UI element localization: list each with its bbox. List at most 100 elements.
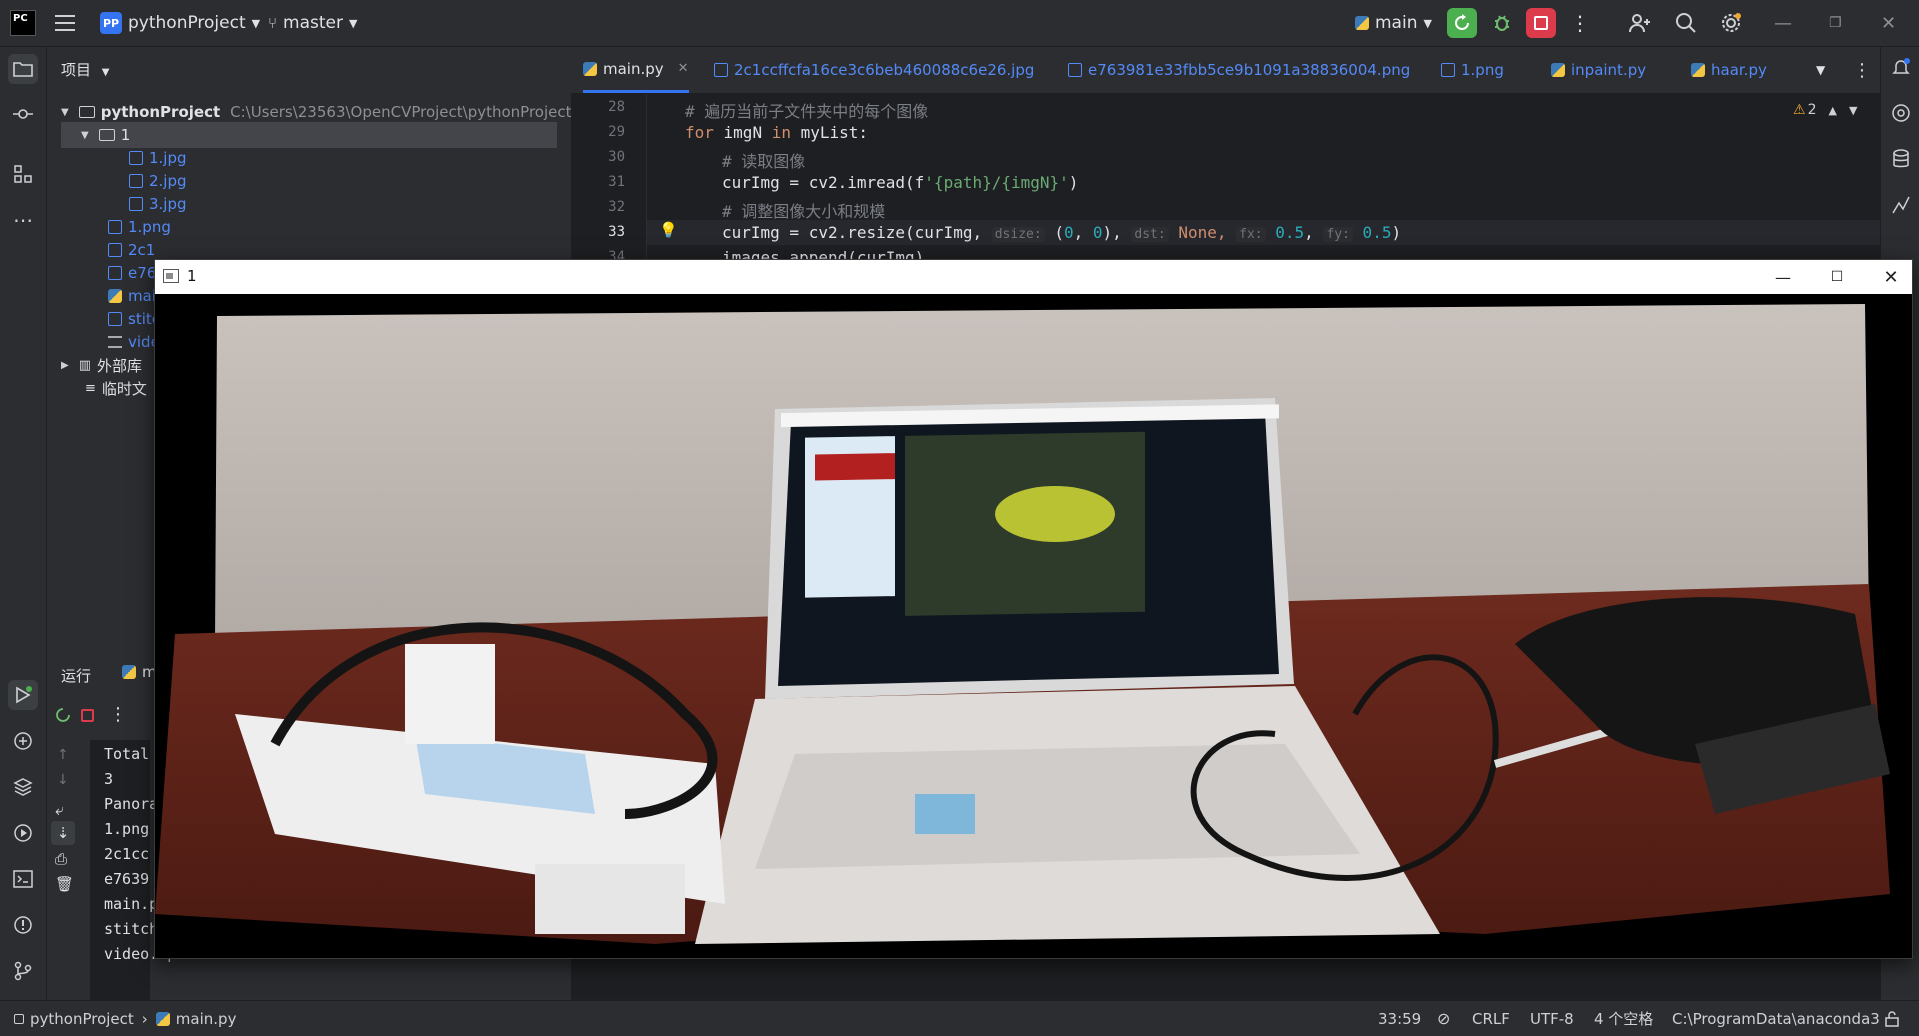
tab-inpaint-py[interactable]: inpaint.py — [1551, 47, 1646, 93]
folder-name: 1 — [120, 126, 131, 144]
param-hint: fy: — [1323, 227, 1353, 242]
scroll-up-icon[interactable]: ↑ — [57, 747, 69, 763]
warning-icon: ⚠ — [1793, 102, 1806, 118]
code-line: # 读取图像 — [722, 152, 806, 171]
image-preview-window[interactable]: 1 — ☐ ✕ — [154, 259, 1913, 959]
image-file-icon — [129, 174, 143, 188]
output-line: stitch — [104, 920, 159, 938]
debug-button[interactable] — [1487, 0, 1517, 46]
left-tool-strip: ⋯ — [0, 47, 47, 1000]
close-window-icon[interactable]: ✕ — [1881, 0, 1896, 46]
python-interpreter[interactable]: C:\ProgramData\anaconda3 — [1672, 1001, 1880, 1036]
database-icon[interactable] — [1887, 145, 1915, 173]
lock-icon[interactable] — [1885, 1001, 1899, 1036]
minimize-window-icon[interactable]: — — [1774, 0, 1792, 46]
problems-icon[interactable] — [8, 910, 38, 940]
output-line: 2c1cc — [104, 845, 150, 863]
python-file-icon — [1551, 63, 1565, 77]
no-power-save-icon[interactable]: ⊘ — [1437, 1001, 1450, 1036]
line-ending[interactable]: CRLF — [1472, 1001, 1510, 1036]
project-badge: PP — [100, 12, 122, 34]
rerun-icon[interactable] — [55, 707, 71, 727]
settings-gear-icon[interactable] — [1720, 0, 1742, 46]
scroll-to-end-icon[interactable]: ⇣ — [51, 821, 75, 845]
git-icon[interactable] — [8, 956, 38, 986]
app-logo[interactable]: PC — [10, 0, 36, 46]
image-file-icon — [1441, 63, 1455, 77]
scroll-down-icon[interactable]: ↓ — [57, 772, 69, 788]
caret-position[interactable]: 33:59 — [1378, 1001, 1421, 1036]
image-window-titlebar[interactable]: 1 — ☐ ✕ — [155, 260, 1912, 294]
root-folder-path: C:\Users\23563\OpenCVProject\pythonProje… — [230, 103, 572, 121]
param-hint: fx: — [1236, 227, 1266, 242]
project-panel-header[interactable]: 项目 ▼ — [61, 59, 110, 80]
ai-assistant-icon[interactable] — [1887, 99, 1915, 127]
trash-icon[interactable]: 🗑 — [55, 875, 74, 893]
title-bar: PC PP pythonProject ▼ ⑂ master ▼ main ▼ … — [0, 0, 1919, 47]
restore-window-icon[interactable]: ❐ — [1829, 0, 1842, 46]
close-tab-icon[interactable]: ✕ — [678, 61, 689, 76]
terminal-icon[interactable] — [8, 864, 38, 894]
sciview-icon[interactable] — [1887, 191, 1915, 219]
line-number: 30 — [608, 149, 625, 165]
python-console-icon[interactable] — [8, 726, 38, 756]
line-number: 28 — [608, 99, 625, 115]
run-config-name: main — [1375, 13, 1418, 33]
print-icon[interactable]: ⎙ — [55, 850, 67, 868]
scratches-icon: ≡ — [85, 380, 96, 396]
maximize-icon[interactable]: ☐ — [1814, 260, 1860, 294]
notifications-icon[interactable] — [1887, 53, 1915, 81]
project-selector[interactable]: PP pythonProject ▼ — [100, 0, 260, 46]
more-tools-icon[interactable]: ⋯ — [8, 205, 38, 235]
search-icon[interactable] — [1675, 0, 1697, 46]
python-file-icon — [108, 289, 122, 303]
more-actions-icon[interactable]: ⋮ — [1570, 0, 1590, 46]
tab-2c1-jpg[interactable]: 2c1ccffcfa16ce3c6beb460088c6e26.jpg — [714, 47, 1034, 93]
panorama-image — [155, 294, 1912, 958]
soft-wrap-icon[interactable]: ⤶ — [55, 800, 64, 820]
run-config-selector[interactable]: main ▼ — [1355, 0, 1432, 46]
tab-haar-py[interactable]: haar.py — [1691, 47, 1767, 93]
tab-1-png[interactable]: 1.png — [1441, 47, 1504, 93]
python-file-icon — [155, 1011, 170, 1026]
indent-setting[interactable]: 4 个空格 — [1594, 1001, 1653, 1036]
tab-list-chevron-icon[interactable]: ▼ — [1816, 47, 1825, 93]
inspection-widget[interactable]: ⚠ 2 ▲ ▼ — [1793, 102, 1857, 118]
breadcrumb-file[interactable]: main.py — [176, 1010, 237, 1028]
layers-icon[interactable] — [8, 772, 38, 802]
window-app-icon — [163, 269, 179, 283]
status-bar: pythonProject › main.py 33:59 ⊘ CRLF UTF… — [0, 1000, 1919, 1036]
add-user-icon[interactable] — [1628, 0, 1650, 46]
tab-more-icon[interactable]: ⋮ — [1853, 47, 1871, 93]
tab-e76-png[interactable]: e763981e33fbb5ce9b1091a38836004.png — [1068, 47, 1410, 93]
commit-tool-icon[interactable] — [8, 99, 38, 129]
image-file-icon — [129, 197, 143, 211]
run-tab-main[interactable]: m — [122, 663, 157, 681]
line-number: 29 — [608, 124, 625, 140]
tab-main-py[interactable]: main.py ✕ — [583, 47, 689, 93]
breadcrumb-project[interactable]: pythonProject — [30, 1010, 134, 1028]
close-icon[interactable]: ✕ — [1868, 260, 1914, 294]
text-file-icon — [108, 336, 122, 348]
chevron-up-icon[interactable]: ▲ — [1828, 104, 1836, 117]
file-encoding[interactable]: UTF-8 — [1530, 1001, 1574, 1036]
stop-icon[interactable] — [81, 709, 94, 722]
chevron-down-icon[interactable]: ▼ — [1849, 104, 1857, 117]
more-actions-icon[interactable]: ⋮ — [109, 704, 127, 725]
tree-scratches[interactable]: ≡ 临时文 — [85, 375, 147, 401]
minimize-icon[interactable]: — — [1760, 260, 1806, 294]
code-editor[interactable]: 28 29 30 31 32 33 34 💡 # 遍历当前子文件夹中的每个图像 … — [571, 94, 1880, 267]
lightbulb-icon[interactable]: 💡 — [659, 221, 678, 239]
structure-tool-icon[interactable] — [8, 159, 38, 189]
main-menu-icon[interactable] — [55, 0, 77, 46]
breadcrumb: pythonProject › main.py — [14, 1001, 236, 1036]
services-icon[interactable] — [8, 818, 38, 848]
chevron-down-icon: ▼ — [101, 67, 110, 78]
chevron-down-icon: ▼ — [1423, 16, 1432, 30]
rerun-button[interactable] — [1447, 0, 1477, 46]
project-tool-icon[interactable] — [8, 54, 38, 84]
run-tool-icon[interactable] — [8, 680, 38, 710]
code-line: # 调整图像大小和规模 — [722, 202, 886, 221]
stop-button[interactable] — [1526, 0, 1556, 46]
branch-selector[interactable]: ⑂ master ▼ — [268, 0, 357, 46]
